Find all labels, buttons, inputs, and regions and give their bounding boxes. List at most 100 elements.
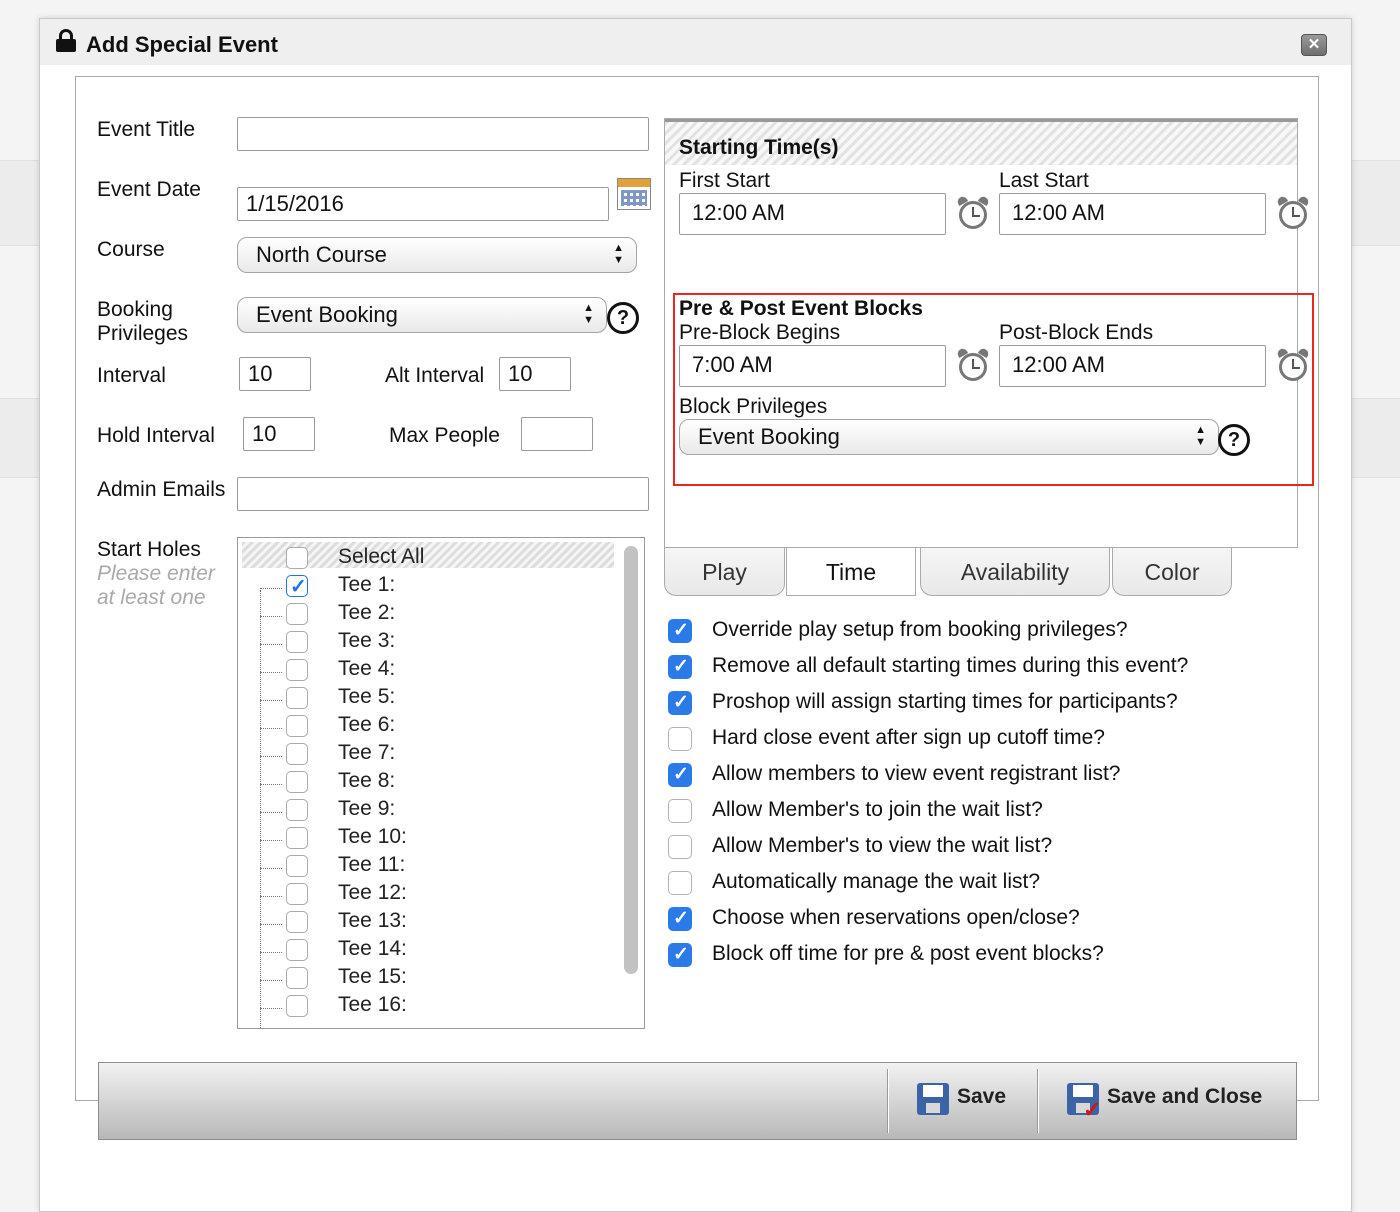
hole-checkbox[interactable]: [286, 771, 308, 793]
tab-play[interactable]: Play: [664, 548, 785, 596]
hold-interval-input[interactable]: 10: [243, 417, 315, 451]
hole-row[interactable]: Tee 5:: [238, 684, 618, 712]
panel-header: Starting Time(s): [665, 119, 1297, 165]
hole-row[interactable]: Tee 9:: [238, 796, 618, 824]
admin-emails-input[interactable]: [237, 477, 649, 511]
select-all-checkbox[interactable]: [286, 547, 308, 569]
hole-label: Tee 9:: [338, 797, 396, 820]
hole-checkbox[interactable]: [286, 659, 308, 681]
hole-checkbox[interactable]: [286, 995, 308, 1017]
option-checkbox[interactable]: [668, 691, 692, 715]
hole-row[interactable]: Tee 10:: [238, 824, 618, 852]
calendar-icon[interactable]: [617, 178, 651, 210]
last-start-input[interactable]: 12:00 AM: [999, 193, 1266, 235]
max-people-input[interactable]: [521, 417, 593, 451]
event-date-label: Event Date: [97, 178, 201, 201]
event-date-input[interactable]: 1/15/2016: [237, 187, 609, 221]
admin-emails-label: Admin Emails: [97, 478, 226, 501]
option-checkbox[interactable]: [668, 655, 692, 679]
tree-branch: [260, 924, 282, 925]
hole-label: Tee 15:: [338, 965, 407, 988]
first-start-input[interactable]: 12:00 AM: [679, 193, 946, 235]
hole-checkbox[interactable]: [286, 687, 308, 709]
tree-branch: [260, 700, 282, 701]
option-checkbox[interactable]: [668, 835, 692, 859]
hole-row[interactable]: Tee 6:: [238, 712, 618, 740]
hole-row[interactable]: Tee 15:: [238, 964, 618, 992]
select-arrows-icon: ▲ ▼: [613, 242, 624, 266]
start-holes-list[interactable]: Select All Tee 1: Tee 2: Tee 3: Tee 4: Tee 5…: [237, 537, 645, 1029]
tab-color[interactable]: Color: [1112, 548, 1232, 596]
hole-checkbox[interactable]: [286, 743, 308, 765]
close-button[interactable]: ✕: [1301, 34, 1327, 56]
tree-branch: [260, 588, 282, 589]
start-holes-hint-line2: at least one: [97, 586, 206, 609]
option-label: Proshop will assign starting times for p…: [712, 690, 1178, 713]
hole-label: Tee 5:: [338, 685, 396, 708]
booking-privileges-select[interactable]: Event Booking ▲ ▼: [237, 297, 607, 333]
hole-label: Tee 11:: [338, 853, 406, 876]
hole-row[interactable]: Tee 7:: [238, 740, 618, 768]
hole-checkbox[interactable]: [286, 603, 308, 625]
hole-checkbox[interactable]: [286, 967, 308, 989]
hole-row[interactable]: Tee 3:: [238, 628, 618, 656]
alt-interval-input[interactable]: 10: [499, 357, 571, 391]
hole-row[interactable]: Tee 13:: [238, 908, 618, 936]
option-label: Allow Member's to join the wait list?: [712, 798, 1043, 821]
hole-checkbox[interactable]: [286, 827, 308, 849]
booking-privileges-label: Booking Privileges: [97, 298, 188, 346]
option-label: Hard close event after sign up cutoff ti…: [712, 726, 1105, 749]
tree-branch: [260, 1008, 282, 1009]
start-holes-hint-line1: Please enter: [97, 562, 215, 585]
hole-checkbox[interactable]: [286, 574, 308, 599]
hole-label: Tee 2:: [338, 601, 396, 624]
tree-branch: [260, 784, 282, 785]
clock-icon[interactable]: [955, 194, 991, 229]
option-checkbox[interactable]: [668, 871, 692, 895]
save-button[interactable]: Save: [917, 1081, 1013, 1121]
hole-row[interactable]: Tee 8:: [238, 768, 618, 796]
hole-row[interactable]: Tee 12:: [238, 880, 618, 908]
select-all-row[interactable]: Select All: [238, 544, 618, 572]
tab-availability[interactable]: Availability: [920, 548, 1110, 596]
option-checkbox[interactable]: [668, 799, 692, 823]
option-checkbox[interactable]: [668, 907, 692, 931]
option-checkbox[interactable]: [668, 619, 692, 643]
hole-row[interactable]: Tee 4:: [238, 656, 618, 684]
hole-checkbox[interactable]: [286, 715, 308, 737]
dialog-titlebar: Add Special Event ✕: [40, 19, 1351, 65]
option-checkbox[interactable]: [668, 943, 692, 967]
option-label: Override play setup from booking privile…: [712, 618, 1128, 641]
hole-checkbox[interactable]: [286, 855, 308, 877]
booking-privileges-select-value: Event Booking: [256, 302, 398, 327]
hole-checkbox[interactable]: [286, 631, 308, 653]
hole-label: Tee 7:: [338, 741, 396, 764]
hole-checkbox[interactable]: [286, 799, 308, 821]
scrollbar-thumb[interactable]: [624, 546, 638, 974]
save-close-icon: ✓: [1067, 1083, 1101, 1122]
tree-branch: [260, 896, 282, 897]
select-all-label: Select All: [338, 545, 425, 568]
clock-icon[interactable]: [1275, 194, 1311, 229]
tab-time[interactable]: Time: [786, 548, 916, 596]
hole-checkbox[interactable]: [286, 883, 308, 905]
booking-privileges-label-line2: Privileges: [97, 322, 189, 345]
help-icon[interactable]: ?: [607, 302, 639, 334]
option-label: Block off time for pre & post event bloc…: [712, 942, 1104, 965]
hole-row[interactable]: Tee 16:: [238, 992, 618, 1020]
save-and-close-button[interactable]: ✓ Save and Close: [1067, 1081, 1277, 1122]
hole-checkbox[interactable]: [286, 939, 308, 961]
hole-row[interactable]: Tee 2:: [238, 600, 618, 628]
course-select[interactable]: North Course ▲ ▼: [237, 237, 637, 273]
toolbar-separator: [887, 1069, 889, 1133]
hole-row[interactable]: Tee 11:: [238, 852, 618, 880]
hole-row[interactable]: Tee 1:: [238, 572, 618, 600]
interval-input[interactable]: 10: [239, 357, 311, 391]
first-start-label: First Start: [679, 169, 771, 192]
hole-label: Tee 1:: [338, 573, 396, 596]
hole-row[interactable]: Tee 14:: [238, 936, 618, 964]
option-checkbox[interactable]: [668, 763, 692, 787]
hole-checkbox[interactable]: [286, 911, 308, 933]
option-checkbox[interactable]: [668, 727, 692, 751]
event-title-input[interactable]: [237, 117, 649, 151]
